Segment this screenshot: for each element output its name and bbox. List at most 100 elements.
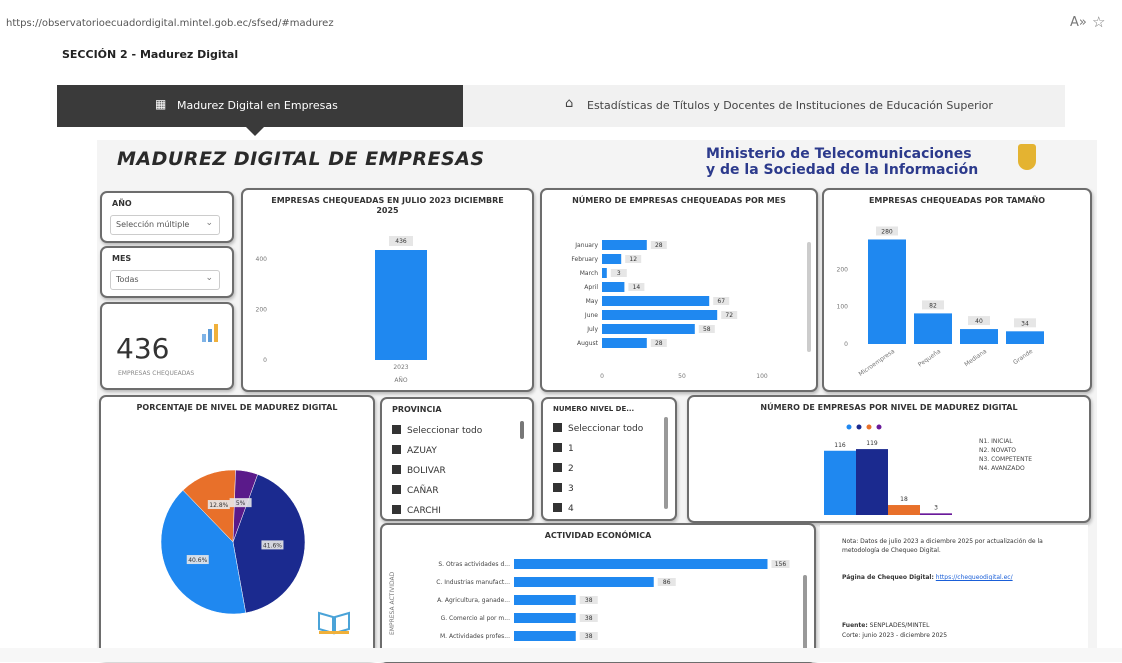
y-category-label: August: [577, 340, 599, 347]
y-category-label: May: [586, 298, 599, 305]
y-axis-title: EMPRESA ACTIVIDAD: [389, 571, 396, 635]
month-bar-chart: January 28 February 12 March 3 April 14 May 67 Jun…: [571, 240, 768, 380]
x-tick-label: Pequeña: [917, 348, 942, 369]
bar: [602, 268, 607, 278]
level-label: 2: [568, 464, 574, 474]
source-label: Fuente:: [842, 622, 868, 629]
data-label: 58: [703, 326, 711, 333]
province-option[interactable]: CAÑAR: [392, 485, 439, 496]
checkbox-checked[interactable]: [392, 465, 401, 474]
bar: [920, 513, 952, 515]
y-tick-label: 400: [256, 256, 268, 263]
month-filter-card: MES Todas ⌄: [100, 246, 234, 298]
province-label: Seleccionar todo: [407, 426, 483, 436]
legend-dot: [856, 424, 862, 430]
checkbox-checked[interactable]: [553, 503, 562, 512]
list-scrollbar[interactable]: [664, 417, 668, 509]
checkbox-checked[interactable]: [392, 445, 401, 454]
period-text: Corte: junio 2023 - diciembre 2025: [842, 632, 948, 639]
slice-label: 40.6%: [188, 557, 207, 564]
bar: [375, 250, 427, 360]
activity-chart-card: ACTIVIDAD ECONÓMICA EMPRESA ACTIVIDAD S. …: [380, 523, 816, 663]
province-option[interactable]: Seleccionar todo: [392, 425, 482, 436]
y-tick-label: 100: [837, 304, 849, 311]
bar: [856, 449, 888, 515]
pie-chart-card: PORCENTAJE DE NIVEL DE MADUREZ DIGITAL 4…: [99, 395, 375, 661]
activity-bar-chart: EMPRESA ACTIVIDAD S. Otras actividades d.…: [389, 559, 790, 659]
y-tick-label: 200: [256, 307, 268, 314]
data-label: 72: [725, 312, 733, 319]
province-option[interactable]: AZUAY: [392, 445, 437, 456]
favorite-icon[interactable]: ☆: [1092, 13, 1105, 31]
bar: [960, 329, 998, 344]
data-label: 280: [881, 228, 893, 235]
level-option[interactable]: 1: [553, 443, 574, 454]
chart-scrollbar[interactable]: [807, 242, 811, 352]
legend-label: N4. AVANZADO: [979, 465, 1025, 472]
checkbox-checked[interactable]: [392, 505, 401, 514]
data-label: 28: [655, 242, 663, 249]
y-category-label: January: [574, 242, 598, 249]
level-option[interactable]: 4: [553, 503, 574, 514]
checkbox-checked[interactable]: [553, 463, 562, 472]
ministry-line1: Ministerio de Telecomunicaciones: [706, 146, 972, 162]
level-label: 3: [568, 484, 574, 494]
x-tick-label: Microempresa: [857, 348, 896, 378]
read-aloud-icon[interactable]: A»: [1070, 15, 1087, 30]
data-label: 67: [717, 298, 725, 305]
bar: [602, 240, 647, 250]
bar: [888, 505, 920, 515]
list-scrollbar[interactable]: [520, 421, 524, 439]
bar: [602, 282, 625, 292]
notes-panel: Nota: Datos de julio 2023 a diciembre 20…: [820, 525, 1088, 655]
level-option[interactable]: 3: [553, 483, 574, 494]
url-text[interactable]: https://observatorioecuadordigital.minte…: [6, 18, 334, 29]
section-title: SECCIÓN 2 - Madurez Digital: [62, 48, 239, 61]
tab-label: Estadísticas de Títulos y Docentes de In…: [587, 99, 993, 112]
checkbox-checked[interactable]: [553, 483, 562, 492]
active-tab-pointer: [245, 126, 265, 136]
total-bar-chart: 0 200 400 436 2023 AÑO: [256, 236, 427, 384]
book-icon: [318, 611, 350, 635]
x-axis-title: AÑO: [394, 377, 408, 384]
year-select[interactable]: Selección múltiple ⌄: [110, 215, 220, 235]
chart-icon: ▦: [155, 97, 167, 111]
month-filter-label: MES: [112, 254, 132, 263]
province-filter-label: PROVINCIA: [392, 405, 442, 414]
y-category-label: April: [584, 284, 598, 291]
tab-madurez-empresas[interactable]: ▦ Madurez Digital en Empresas: [57, 85, 463, 127]
checkbox-checked[interactable]: [392, 425, 401, 434]
legend-dot: [866, 424, 872, 430]
checkbox-checked[interactable]: [392, 485, 401, 494]
data-label: 38: [585, 597, 593, 604]
data-label: 38: [585, 615, 593, 622]
y-category-label: S. Otras actividades d...: [438, 561, 510, 568]
page-link[interactable]: https://chequeodigital.ec/: [936, 574, 1013, 581]
data-label: 12: [629, 256, 637, 263]
level-option[interactable]: Seleccionar todo: [553, 423, 643, 434]
province-option[interactable]: BOLIVAR: [392, 465, 446, 476]
level-label: Seleccionar todo: [568, 424, 644, 434]
province-label: AZUAY: [407, 446, 437, 456]
y-category-label: June: [584, 312, 598, 319]
level-bar-chart: 116 119 18 3 N1. INICIAL N2. NOVATO N3. COMPET…: [824, 424, 1032, 515]
data-label: 82: [929, 302, 937, 309]
year-filter-label: AÑO: [112, 199, 132, 208]
chart-scrollbar[interactable]: [803, 575, 807, 655]
level-filter-card: NUMERO NIVEL DE... Seleccionar todo 1 2 …: [541, 397, 677, 521]
tab-estadisticas-titulos[interactable]: ⌂ Estadísticas de Títulos y Docentes de …: [463, 85, 1065, 127]
year-filter-card: AÑO Selección múltiple ⌄: [100, 191, 234, 243]
home-icon: ⌂: [565, 96, 574, 111]
level-option[interactable]: 2: [553, 463, 574, 474]
bar: [602, 338, 647, 348]
checkbox-checked[interactable]: [553, 443, 562, 452]
bar: [914, 313, 952, 344]
data-label: 18: [900, 496, 908, 503]
province-option[interactable]: CARCHI: [392, 505, 441, 516]
month-select[interactable]: Todas ⌄: [110, 270, 220, 290]
checkbox-checked[interactable]: [553, 423, 562, 432]
kpi-value: 436: [116, 332, 170, 365]
x-tick-label: Grande: [1012, 348, 1034, 367]
bar: [602, 324, 695, 334]
size-bar-chart: 0 100 200 280 Microempresa 82 Pequeña 40 Mediana…: [837, 226, 1044, 378]
